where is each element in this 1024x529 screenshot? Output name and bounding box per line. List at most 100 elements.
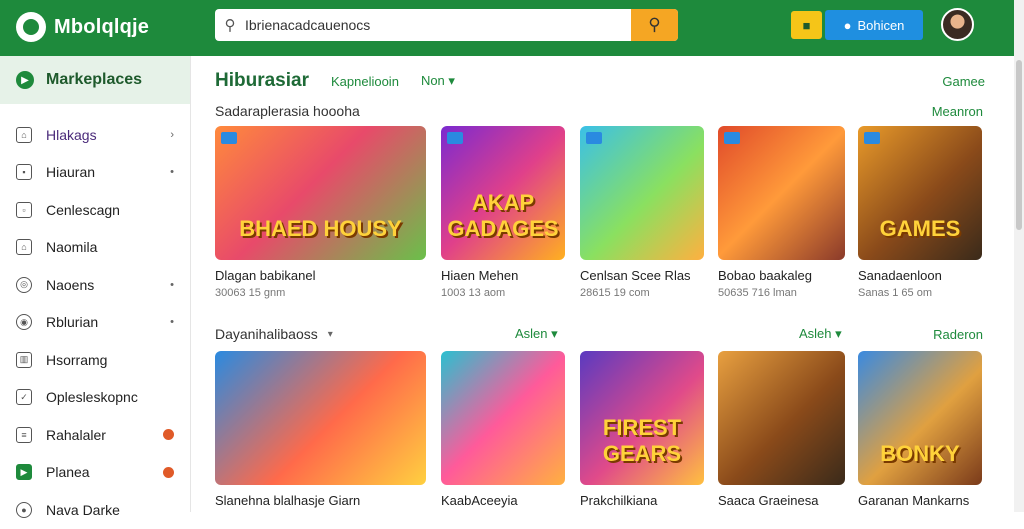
game-card[interactable]: Saaca Graeinesa: [718, 351, 845, 508]
tab-label: Non: [420, 73, 445, 88]
game-title[interactable]: Cenlsan Scee Rlas: [580, 268, 704, 283]
sidebar-item-10[interactable]: ● Nava Darke: [0, 491, 190, 529]
game-thumbnail[interactable]: GAMES: [858, 126, 982, 260]
game-card[interactable]: KaabAceeyia: [441, 351, 565, 508]
scrollbar[interactable]: [1014, 0, 1024, 512]
logo[interactable]: Mbolqlqje: [16, 12, 149, 42]
game-card[interactable]: Bobao baakaleg 50635 716 lman: [718, 126, 845, 299]
sidebar-item-0[interactable]: ⌂ Hlakags ›: [0, 116, 190, 154]
filter-label: Asleh: [799, 326, 832, 341]
game-card[interactable]: FIREST GEARS Prakchilkiana: [580, 351, 704, 508]
square-icon: ▪: [16, 164, 32, 181]
search-bar: ⚲ ⚲: [215, 9, 678, 41]
game-thumbnail[interactable]: BHAED HOUSY: [215, 126, 426, 260]
badge-icon: [221, 132, 237, 144]
game-thumbnail[interactable]: [215, 351, 426, 485]
signin-label: Bohicen: [857, 17, 905, 33]
game-title[interactable]: Prakchilkiana: [580, 493, 704, 508]
game-title[interactable]: Saaca Graeinesa: [718, 493, 845, 508]
see-more-link[interactable]: Meanron: [932, 104, 983, 119]
tab-kapneliooin[interactable]: Kapneliooin: [331, 74, 399, 89]
game-meta: 30063 15 gnm: [215, 287, 286, 299]
target-icon: ◉: [16, 314, 32, 331]
game-card[interactable]: AKAP GADAGES Hiaen Mehen 1003 13 aom: [441, 126, 565, 299]
sidebar-item-label: Naomila: [46, 239, 98, 256]
search-input[interactable]: [245, 9, 631, 41]
badge-icon: [864, 132, 880, 144]
game-title[interactable]: Slanehna blalhasje Giarn: [215, 493, 426, 508]
filter-label: Aslen: [515, 326, 548, 341]
play-icon: ▶: [16, 464, 32, 481]
game-thumbnail[interactable]: AKAP GADAGES: [441, 126, 565, 260]
game-title[interactable]: Garanan Mankarns: [858, 493, 982, 508]
sidebar-item-6[interactable]: ▥ Hsorramg: [0, 341, 190, 379]
game-title[interactable]: Sanadaenloon: [858, 268, 982, 283]
chevron-down-icon: ▾: [448, 73, 455, 88]
chevron-down-icon: ▾: [551, 326, 558, 341]
section-header: Dayanihalibaoss ▾ Aslen ▾ Asleh ▾ Radero…: [215, 325, 983, 343]
top-bar: Mbolqlqje ⚲ ⚲ ■ ● Bohicen: [0, 0, 1014, 56]
sidebar-item-1[interactable]: ▪ Hiauran •: [0, 154, 190, 192]
avatar[interactable]: [941, 8, 974, 41]
sidebar-item-label: Rblurian: [46, 314, 99, 331]
game-thumbnail[interactable]: [718, 126, 845, 260]
sidebar-item-5[interactable]: ◉ Rblurian •: [0, 304, 190, 342]
coin-icon: [163, 429, 174, 441]
game-thumbnail[interactable]: [580, 126, 704, 260]
game-art-title: BHAED HOUSY: [239, 216, 402, 241]
search-button[interactable]: ⚲: [631, 9, 678, 41]
game-thumbnail[interactable]: FIREST GEARS: [580, 351, 704, 485]
signin-button[interactable]: ● Bohicen: [825, 10, 923, 40]
game-title[interactable]: KaabAceeyia: [441, 493, 565, 508]
circle-icon: ◎: [16, 276, 32, 293]
sidebar: ▶ Markeplaces ⌂ Hlakags › ▪ Hiauran • ▫ Cenlesc…: [0, 56, 191, 518]
sidebar-item-3[interactable]: ⌂ Naomila: [0, 229, 190, 267]
sidebar-item-label: Rahalaler: [46, 426, 106, 443]
game-card[interactable]: GAMES Sanadaenloon Sanas 1 65 om: [858, 126, 982, 299]
game-title[interactable]: Bobao baakaleg: [718, 268, 845, 283]
sidebar-item-label: Nava Darke: [46, 501, 120, 518]
game-card[interactable]: BONKY Garanan Mankarns: [858, 351, 982, 508]
tab-non[interactable]: Non ▾: [421, 73, 455, 89]
chevron-down-icon: ▾: [835, 326, 842, 341]
chart-icon: ▥: [16, 351, 32, 368]
bag-icon: ▫: [16, 201, 32, 218]
dot-icon: •: [170, 278, 174, 291]
filter-aslen[interactable]: Aslen ▾: [515, 326, 558, 342]
sidebar-item-4[interactable]: ◎ Naoens •: [0, 266, 190, 304]
game-card[interactable]: BHAED HOUSY Dlagan babikanel 30063 15 gnm: [215, 126, 426, 299]
sidebar-list: ⌂ Hlakags › ▪ Hiauran • ▫ Cenlescagn ⌂ Naomila ◎ Na…: [0, 104, 190, 529]
game-meta: 28615 19 com: [580, 287, 650, 299]
game-art-title: GAMES: [879, 216, 961, 241]
sidebar-item-2[interactable]: ▫ Cenlescagn: [0, 191, 190, 229]
notification-button[interactable]: ■: [791, 11, 822, 39]
game-thumbnail[interactable]: [718, 351, 845, 485]
sidebar-item-8[interactable]: ≡ Rahalaler: [0, 416, 190, 454]
sidebar-item-label: Planea: [46, 464, 90, 481]
badge-icon: [586, 132, 602, 144]
sidebar-item-label: Hsorramg: [46, 351, 108, 368]
sidebar-item-label: Naoens: [46, 276, 95, 293]
user-icon: ●: [843, 17, 852, 33]
sidebar-item-7[interactable]: ✓ Oplesleskopnc: [0, 379, 190, 417]
game-art-title: AKAP GADAGES: [447, 190, 559, 241]
game-title[interactable]: Dlagan babikanel: [215, 268, 426, 283]
house-icon: ⌂: [16, 239, 32, 256]
filter-asleh[interactable]: Asleh ▾: [799, 326, 842, 342]
game-art-title: BONKY: [880, 441, 960, 466]
chevron-down-icon[interactable]: ▾: [328, 329, 333, 340]
game-card[interactable]: Cenlsan Scee Rlas 28615 19 com: [580, 126, 704, 299]
tab-games[interactable]: Gamee: [942, 74, 985, 89]
dot-icon: •: [170, 166, 174, 179]
game-thumbnail[interactable]: BONKY: [858, 351, 982, 485]
game-thumbnail[interactable]: [441, 351, 565, 485]
section-header: Sadaraplerasia hoooha Meanron: [215, 102, 983, 120]
card-row: Slanehna blalhasje Giarn KaabAceeyia FIRES…: [215, 351, 983, 521]
badge-icon: [447, 132, 463, 144]
game-card[interactable]: Slanehna blalhasje Giarn: [215, 351, 426, 508]
game-title[interactable]: Hiaen Mehen: [441, 268, 565, 283]
see-more-link[interactable]: Raderon: [933, 327, 983, 342]
scroll-thumb[interactable]: [1016, 60, 1022, 230]
sidebar-item-marketplaces[interactable]: ▶ Markeplaces: [0, 56, 190, 104]
sidebar-item-9[interactable]: ▶ Planea: [0, 454, 190, 492]
